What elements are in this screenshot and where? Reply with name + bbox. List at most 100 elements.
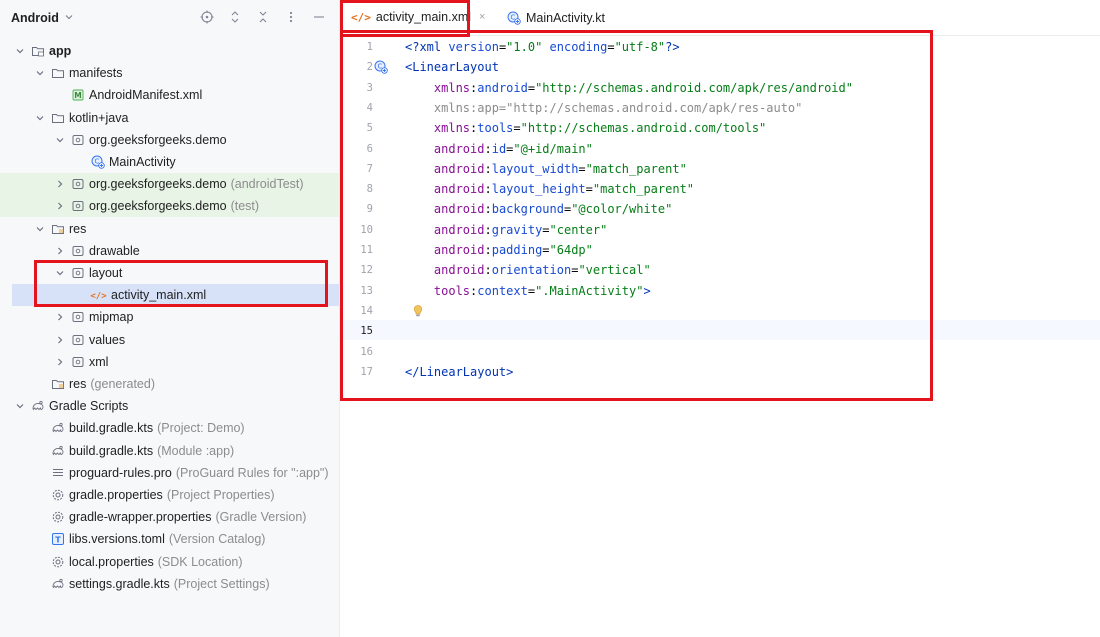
code-editor[interactable]: 1 2 C 3 4 5 6 7 8 9 10 11 12 13 14 15 16 17 <?xml version… [341, 37, 1100, 637]
class-icon[interactable]: C [374, 60, 388, 75]
tree-item[interactable]: local.properties (SDK Location) [0, 551, 339, 573]
code-line[interactable]: android:id="@+id/main" [405, 139, 593, 159]
code-token: : [484, 182, 492, 197]
tree-item[interactable]: layout [0, 262, 339, 284]
tree-item[interactable]: build.gradle.kts (Module :app) [0, 440, 339, 462]
chevron-right-icon[interactable] [54, 334, 66, 346]
code-line[interactable]: android:gravity="center" [405, 220, 607, 240]
code-line[interactable]: xmlns:app="http://schemas.android.com/ap… [405, 98, 802, 118]
tree-item-label: build.gradle.kts [69, 421, 154, 436]
tree-item[interactable]: res [0, 218, 339, 240]
line-number: 17 [360, 365, 373, 378]
chevron-right-icon[interactable] [54, 245, 66, 257]
more-icon[interactable] [284, 9, 298, 25]
code-token: : [484, 263, 492, 278]
tree-item[interactable]: gradle-wrapper.properties (Gradle Version… [0, 506, 339, 528]
tree-item[interactable]: org.geeksforgeeks.demo (androidTest) [0, 173, 339, 196]
tree-item-label: mipmap [89, 310, 134, 325]
tree-item-hint: (SDK Location) [157, 554, 243, 569]
chevron-down-icon[interactable] [64, 12, 74, 25]
close-icon[interactable]: × [479, 11, 485, 23]
tree-item[interactable]: drawable [0, 240, 339, 262]
code-token: encoding [549, 40, 608, 54]
code-line[interactable]: xmlns:android="http://schemas.android.co… [405, 78, 853, 98]
tree-item[interactable]: proguard-rules.pro (ProGuard Rules for ":… [0, 462, 339, 484]
chevron-right-icon[interactable] [54, 356, 66, 368]
chevron-down-icon[interactable] [14, 45, 26, 57]
code-line[interactable]: <LinearLayout [405, 57, 499, 77]
chevron-down-icon[interactable] [34, 67, 46, 79]
tree-item-label: layout [89, 266, 123, 280]
chevron-down-icon[interactable] [54, 267, 66, 279]
chevron-right-icon[interactable] [54, 200, 66, 212]
package-icon [70, 266, 85, 281]
tree-item[interactable]: values [0, 329, 339, 351]
package-icon [70, 132, 85, 147]
crosshair-icon[interactable] [200, 9, 214, 25]
code-line[interactable]: <?xml version="1.0" encoding="utf-8"?> [405, 37, 680, 57]
code-line[interactable]: android:layout_width="match_parent" [405, 159, 687, 179]
tree-item[interactable]: kotlin+java [0, 107, 339, 129]
code-line[interactable]: android:background="@color/white" [405, 199, 672, 219]
tree-item[interactable]: M AndroidManifest.xml [0, 84, 339, 106]
code-line[interactable]: tools:context=".MainActivity"> [405, 281, 651, 301]
tree-item-hint: (test) [230, 199, 260, 214]
tree-item-hint: (Version Catalog) [168, 532, 266, 547]
panel-header: Android [0, 0, 339, 36]
line-number: 5 [366, 122, 373, 135]
code-line[interactable]: android:orientation="vertical" [405, 260, 651, 280]
chevron-down-icon[interactable] [14, 400, 26, 412]
tree-item-hint: (generated) [90, 377, 155, 391]
tree-item[interactable]: app [0, 40, 339, 62]
tree-item-label: values [89, 332, 126, 347]
tree-item-label: xml [89, 354, 109, 369]
manifest-icon: M [70, 88, 85, 103]
tab-label: activity_main.xml [375, 10, 472, 24]
code-token: android [433, 263, 485, 278]
line-number: 8 [366, 183, 373, 196]
code-token: = [578, 161, 586, 176]
tree-item[interactable]: manifests [0, 62, 339, 84]
tree-item[interactable]: org.geeksforgeeks.demo (test) [0, 195, 339, 218]
tree-item-label: gradle-wrapper.properties [69, 510, 212, 525]
chevron-down-icon[interactable] [54, 134, 66, 146]
tree-item[interactable]: build.gradle.kts (Project: Demo) [0, 417, 339, 439]
tab-activity-main-xml[interactable]: </> activity_main.xml × [341, 0, 485, 36]
line-number: 6 [366, 142, 373, 155]
tree-item[interactable]: org.geeksforgeeks.demo [0, 129, 339, 151]
code-token: : [484, 243, 492, 257]
tree-item[interactable]: settings.gradle.kts (Project Settings) [0, 573, 339, 595]
code-token: "utf-8" [614, 40, 666, 54]
code-line[interactable]: xmlns:tools="http://schemas.android.com/… [405, 118, 766, 138]
code-token: "@+id/main" [513, 141, 593, 156]
tree-item[interactable]: mipmap [0, 306, 339, 328]
code-token: = [585, 182, 593, 197]
svg-text:T: T [55, 536, 61, 545]
gradle-icon [50, 421, 65, 436]
tree-item[interactable]: Tlibs.versions.toml (Version Catalog) [0, 528, 339, 550]
line-number: 7 [366, 162, 373, 175]
code-token: xmlns [433, 121, 471, 136]
tab-mainactivity-kt[interactable]: C MainActivity.kt [497, 0, 615, 36]
tree-item[interactable]: C MainActivity [0, 151, 339, 173]
expand-icon[interactable] [228, 9, 242, 25]
tree-item[interactable]: xml [0, 351, 339, 373]
minimize-icon[interactable] [312, 9, 326, 25]
tree-item[interactable]: Gradle Scripts [0, 395, 339, 417]
line-number: 2 [366, 61, 373, 74]
line-number: 15 [360, 325, 373, 338]
panel-title[interactable]: Android [11, 11, 59, 25]
code-line[interactable]: android:padding="64dp" [405, 240, 593, 260]
code-line[interactable]: android:layout_height="match_parent" [405, 179, 694, 199]
tree-item[interactable]: res (generated) [0, 373, 339, 395]
chevron-right-icon[interactable] [54, 311, 66, 323]
chevron-down-icon[interactable] [34, 223, 46, 235]
chevron-right-icon[interactable] [54, 178, 66, 190]
chevron-down-icon[interactable] [34, 112, 46, 124]
lightbulb-icon[interactable] [411, 304, 425, 318]
tree-item[interactable]: gradle.properties (Project Properties) [0, 484, 339, 506]
tree-item[interactable]: </> activity_main.xml [12, 284, 339, 307]
code-line[interactable]: </LinearLayout> [405, 362, 513, 382]
collapse-icon[interactable] [256, 9, 270, 25]
